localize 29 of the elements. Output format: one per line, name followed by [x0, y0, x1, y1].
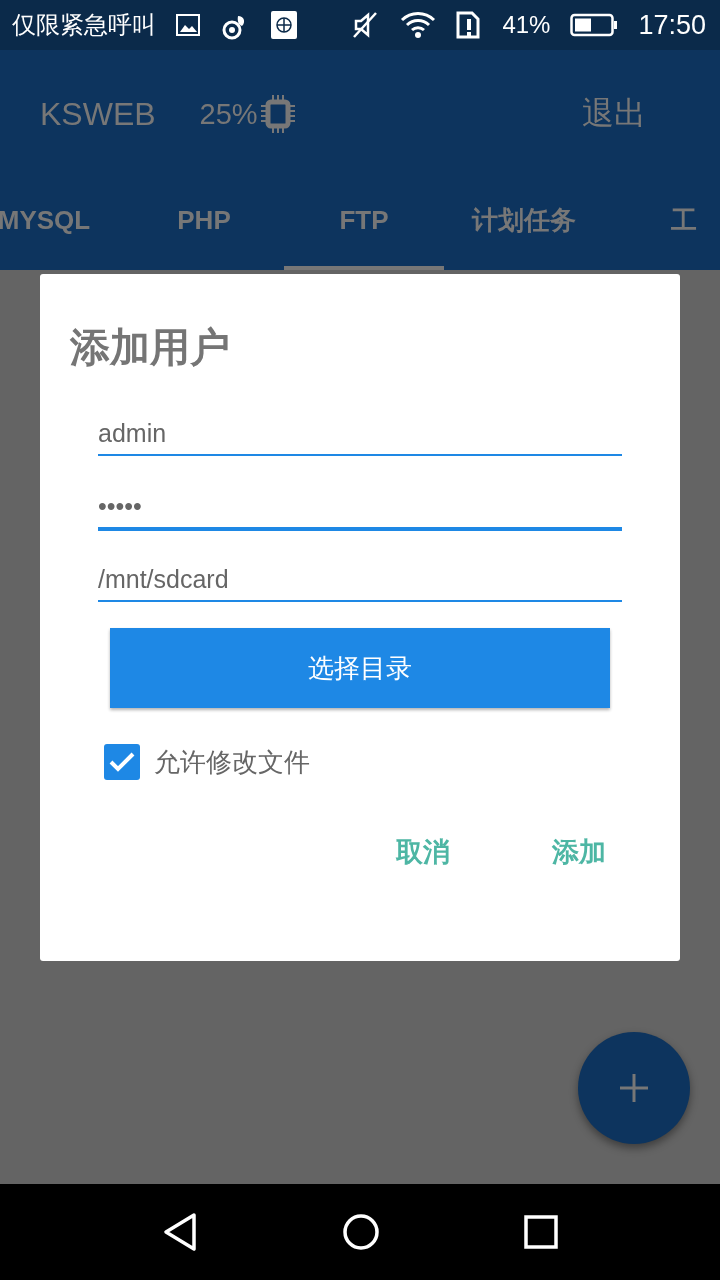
status-text: 仅限紧急呼叫 [12, 10, 156, 40]
battery-icon [570, 13, 619, 37]
cpu-usage: 25% [199, 97, 258, 131]
clock: 17:50 [638, 9, 706, 41]
chip-icon [259, 94, 296, 134]
exit-button[interactable]: 退出 [582, 92, 646, 136]
dialog-title: 添加用户 [70, 324, 231, 371]
back-button[interactable] [162, 1212, 198, 1252]
choose-directory-button[interactable]: 选择目录 [110, 628, 610, 708]
dialog-action-button[interactable]: 取消 [380, 820, 466, 884]
tab[interactable]: FTP [284, 178, 444, 270]
input-field[interactable]: ••••• [98, 488, 622, 531]
checkbox-label: 允许修改文件 [154, 745, 310, 779]
recents-button[interactable] [524, 1215, 558, 1249]
checkbox[interactable] [104, 744, 140, 780]
home-button[interactable] [342, 1213, 380, 1251]
wifi-icon [400, 11, 437, 39]
tab[interactable]: 工 [604, 178, 720, 270]
battery-percent: 41% [502, 11, 551, 39]
tab[interactable]: 计划任务 [444, 178, 604, 270]
input-field[interactable]: admin [98, 415, 622, 456]
image-icon [176, 14, 200, 36]
plus-icon [619, 1073, 649, 1103]
sim-alert-icon [456, 11, 483, 39]
input-field[interactable]: /mnt/sdcard [98, 561, 622, 602]
tab[interactable]: PHP [124, 178, 284, 270]
app-title: KSWEB [40, 95, 156, 133]
dialog-action-button[interactable]: 添加 [536, 820, 622, 884]
tab[interactable]: MYSQL [0, 178, 124, 270]
